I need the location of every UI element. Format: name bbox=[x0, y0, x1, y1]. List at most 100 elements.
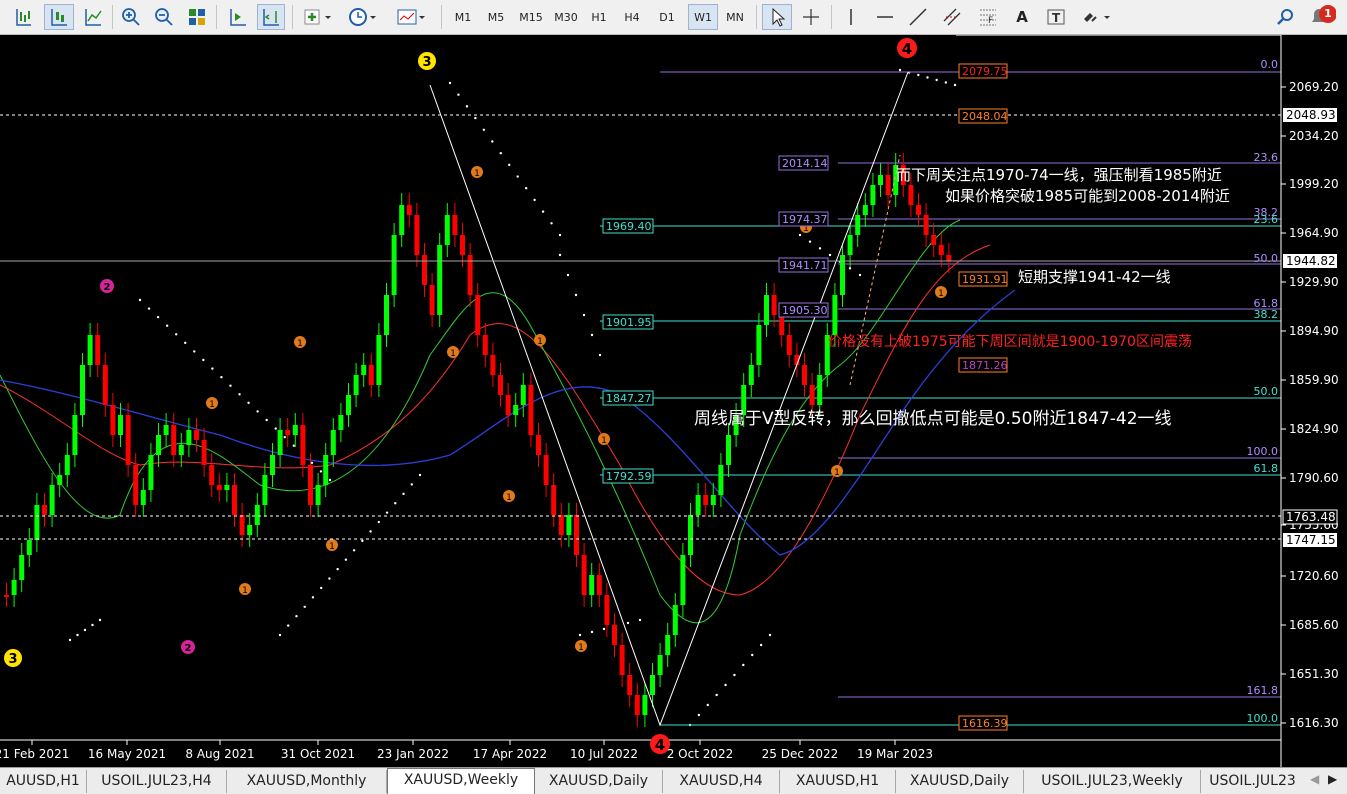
sar-dot bbox=[295, 614, 298, 618]
tab-xauusd-h4[interactable]: XAUUSD,H4 bbox=[663, 770, 780, 793]
svg-text:1905.30: 1905.30 bbox=[782, 304, 828, 317]
candle-body bbox=[26, 540, 32, 555]
tab-xauusd-monthly[interactable]: XAUUSD,Monthly bbox=[227, 770, 387, 793]
candle-body bbox=[277, 430, 283, 455]
svg-text:4: 4 bbox=[902, 40, 912, 58]
box-label-2048: 2048.04 bbox=[958, 108, 1008, 124]
sar-dot bbox=[319, 470, 323, 473]
tab-usoil-h4[interactable]: USOIL.JUL23,H4 bbox=[87, 770, 227, 793]
timeframe-m1[interactable]: M1 bbox=[450, 4, 476, 30]
candle-body bbox=[642, 695, 648, 715]
time-axis-label: 16 May 2021 bbox=[88, 747, 166, 761]
tab-xauusd-h1[interactable]: XAUUSD,H1 bbox=[780, 770, 896, 793]
tabs-scroll-right-icon[interactable]: ▶ bbox=[1328, 772, 1342, 788]
cursor-icon[interactable] bbox=[762, 4, 792, 30]
sar-dot bbox=[768, 633, 772, 637]
fib-pct-50b: 50.0 bbox=[1254, 385, 1279, 398]
price-axis-label: 1685.60 bbox=[1289, 618, 1339, 632]
timeframe-m30[interactable]: M30 bbox=[550, 4, 582, 30]
tab-usoil[interactable]: USOIL.JUL23 bbox=[1201, 770, 1304, 793]
tab-xauusd-daily[interactable]: XAUUSD,Daily bbox=[535, 770, 663, 793]
candle-body bbox=[292, 425, 298, 435]
zoom-out-icon[interactable] bbox=[150, 4, 178, 30]
candle-body bbox=[11, 580, 17, 595]
candle-body bbox=[64, 455, 70, 475]
candle-body bbox=[604, 595, 610, 625]
timeframe-m5[interactable]: M5 bbox=[482, 4, 510, 30]
time-axis-label: 10 Jul 2022 bbox=[570, 747, 638, 761]
fractal-marker-label: 1 bbox=[297, 339, 303, 349]
tab-auusd-h1[interactable]: AUUSD,H1 bbox=[0, 770, 87, 793]
candle-body bbox=[216, 485, 222, 490]
sar-dot bbox=[138, 298, 142, 302]
equidistant-channel-icon[interactable] bbox=[937, 4, 967, 30]
box-label-1905: 1905.30 bbox=[778, 302, 829, 318]
annotation-range: 价格没有上破1975可能下周区间就是1900-1970区间震荡 bbox=[828, 334, 1192, 350]
timeframe-w1[interactable]: W1 bbox=[688, 4, 718, 30]
sar-dot bbox=[91, 623, 94, 627]
candle-body bbox=[262, 475, 268, 505]
wave-label-4-bottom: 4 bbox=[650, 734, 670, 754]
sar-dot bbox=[352, 549, 356, 552]
zoom-in-icon[interactable] bbox=[117, 4, 145, 30]
periods-clock-icon[interactable] bbox=[344, 4, 382, 30]
sar-dot bbox=[733, 673, 736, 677]
tab-xauusd-daily-2[interactable]: XAUUSD,Daily bbox=[896, 770, 1024, 793]
candle-body bbox=[574, 515, 579, 555]
sar-dot bbox=[202, 358, 205, 362]
alerts-bell-icon[interactable]: 1 bbox=[1306, 4, 1340, 30]
sar-dot bbox=[147, 307, 151, 310]
vertical-line-icon[interactable] bbox=[838, 4, 864, 30]
indicators-icon[interactable] bbox=[299, 4, 337, 30]
sar-dot bbox=[798, 233, 802, 237]
price-chart[interactable]: 1111111111111 2069.20 2034.20 1999.20 1964.… bbox=[0, 35, 1347, 767]
price-axis-label: 1720.60 bbox=[1289, 569, 1339, 583]
price-axis-label: 1859.90 bbox=[1289, 373, 1339, 387]
sar-dot bbox=[68, 638, 72, 642]
timeframe-m15[interactable]: M15 bbox=[515, 4, 547, 30]
chart-shift-icon[interactable] bbox=[257, 4, 285, 30]
horizontal-line-icon[interactable] bbox=[870, 4, 900, 30]
svg-text:3: 3 bbox=[422, 55, 431, 70]
trendline-icon[interactable] bbox=[904, 4, 932, 30]
candle-body bbox=[4, 595, 9, 597]
wave-label-3-top: 3 bbox=[418, 52, 436, 70]
timeframe-d1[interactable]: D1 bbox=[653, 4, 681, 30]
timeframe-h4[interactable]: H4 bbox=[618, 4, 646, 30]
tab-usoil-weekly[interactable]: USOIL.JUL23,Weekly bbox=[1024, 770, 1201, 793]
svg-text:2014.14: 2014.14 bbox=[782, 157, 828, 170]
sar-dot bbox=[287, 624, 290, 627]
sar-dot bbox=[410, 483, 413, 486]
box-label-1901: 1901.95 bbox=[602, 314, 654, 330]
candlestick-icon[interactable] bbox=[44, 4, 74, 30]
tile-windows-icon[interactable] bbox=[183, 4, 211, 30]
candle-body bbox=[589, 575, 595, 595]
templates-icon[interactable] bbox=[393, 4, 431, 30]
search-icon[interactable] bbox=[1272, 4, 1300, 30]
fractal-marker-label: 1 bbox=[329, 542, 335, 552]
svg-text:1871.26: 1871.26 bbox=[962, 359, 1008, 372]
tabs-scroll-left-icon[interactable]: ◀ bbox=[1310, 772, 1324, 788]
sar-dot bbox=[508, 163, 511, 167]
sar-dot bbox=[465, 105, 469, 108]
candle-body bbox=[885, 175, 891, 195]
sar-dot bbox=[516, 175, 519, 178]
wave-label-3-left: 3 bbox=[4, 649, 22, 667]
candle-body bbox=[855, 215, 861, 235]
text-icon[interactable]: A bbox=[1009, 4, 1035, 30]
arrows-shapes-icon[interactable] bbox=[1076, 4, 1116, 30]
tab-xauusd-weekly[interactable]: XAUUSD,Weekly bbox=[387, 768, 535, 794]
timeframe-mn[interactable]: MN bbox=[721, 4, 749, 30]
line-chart-icon[interactable] bbox=[78, 4, 108, 30]
candle-body bbox=[444, 215, 450, 245]
candle-body bbox=[209, 465, 215, 485]
candle-body bbox=[680, 555, 686, 605]
crosshair-icon[interactable] bbox=[797, 4, 825, 30]
autoscroll-icon[interactable] bbox=[224, 4, 252, 30]
price-axis-label: 1999.20 bbox=[1289, 177, 1339, 191]
timeframe-h1[interactable]: H1 bbox=[586, 4, 612, 30]
text-label-icon[interactable]: T bbox=[1042, 4, 1070, 30]
fibonacci-icon[interactable]: F bbox=[973, 4, 1003, 30]
fractal-marker-label: 1 bbox=[506, 493, 512, 503]
bar-chart-icon[interactable] bbox=[8, 4, 38, 30]
